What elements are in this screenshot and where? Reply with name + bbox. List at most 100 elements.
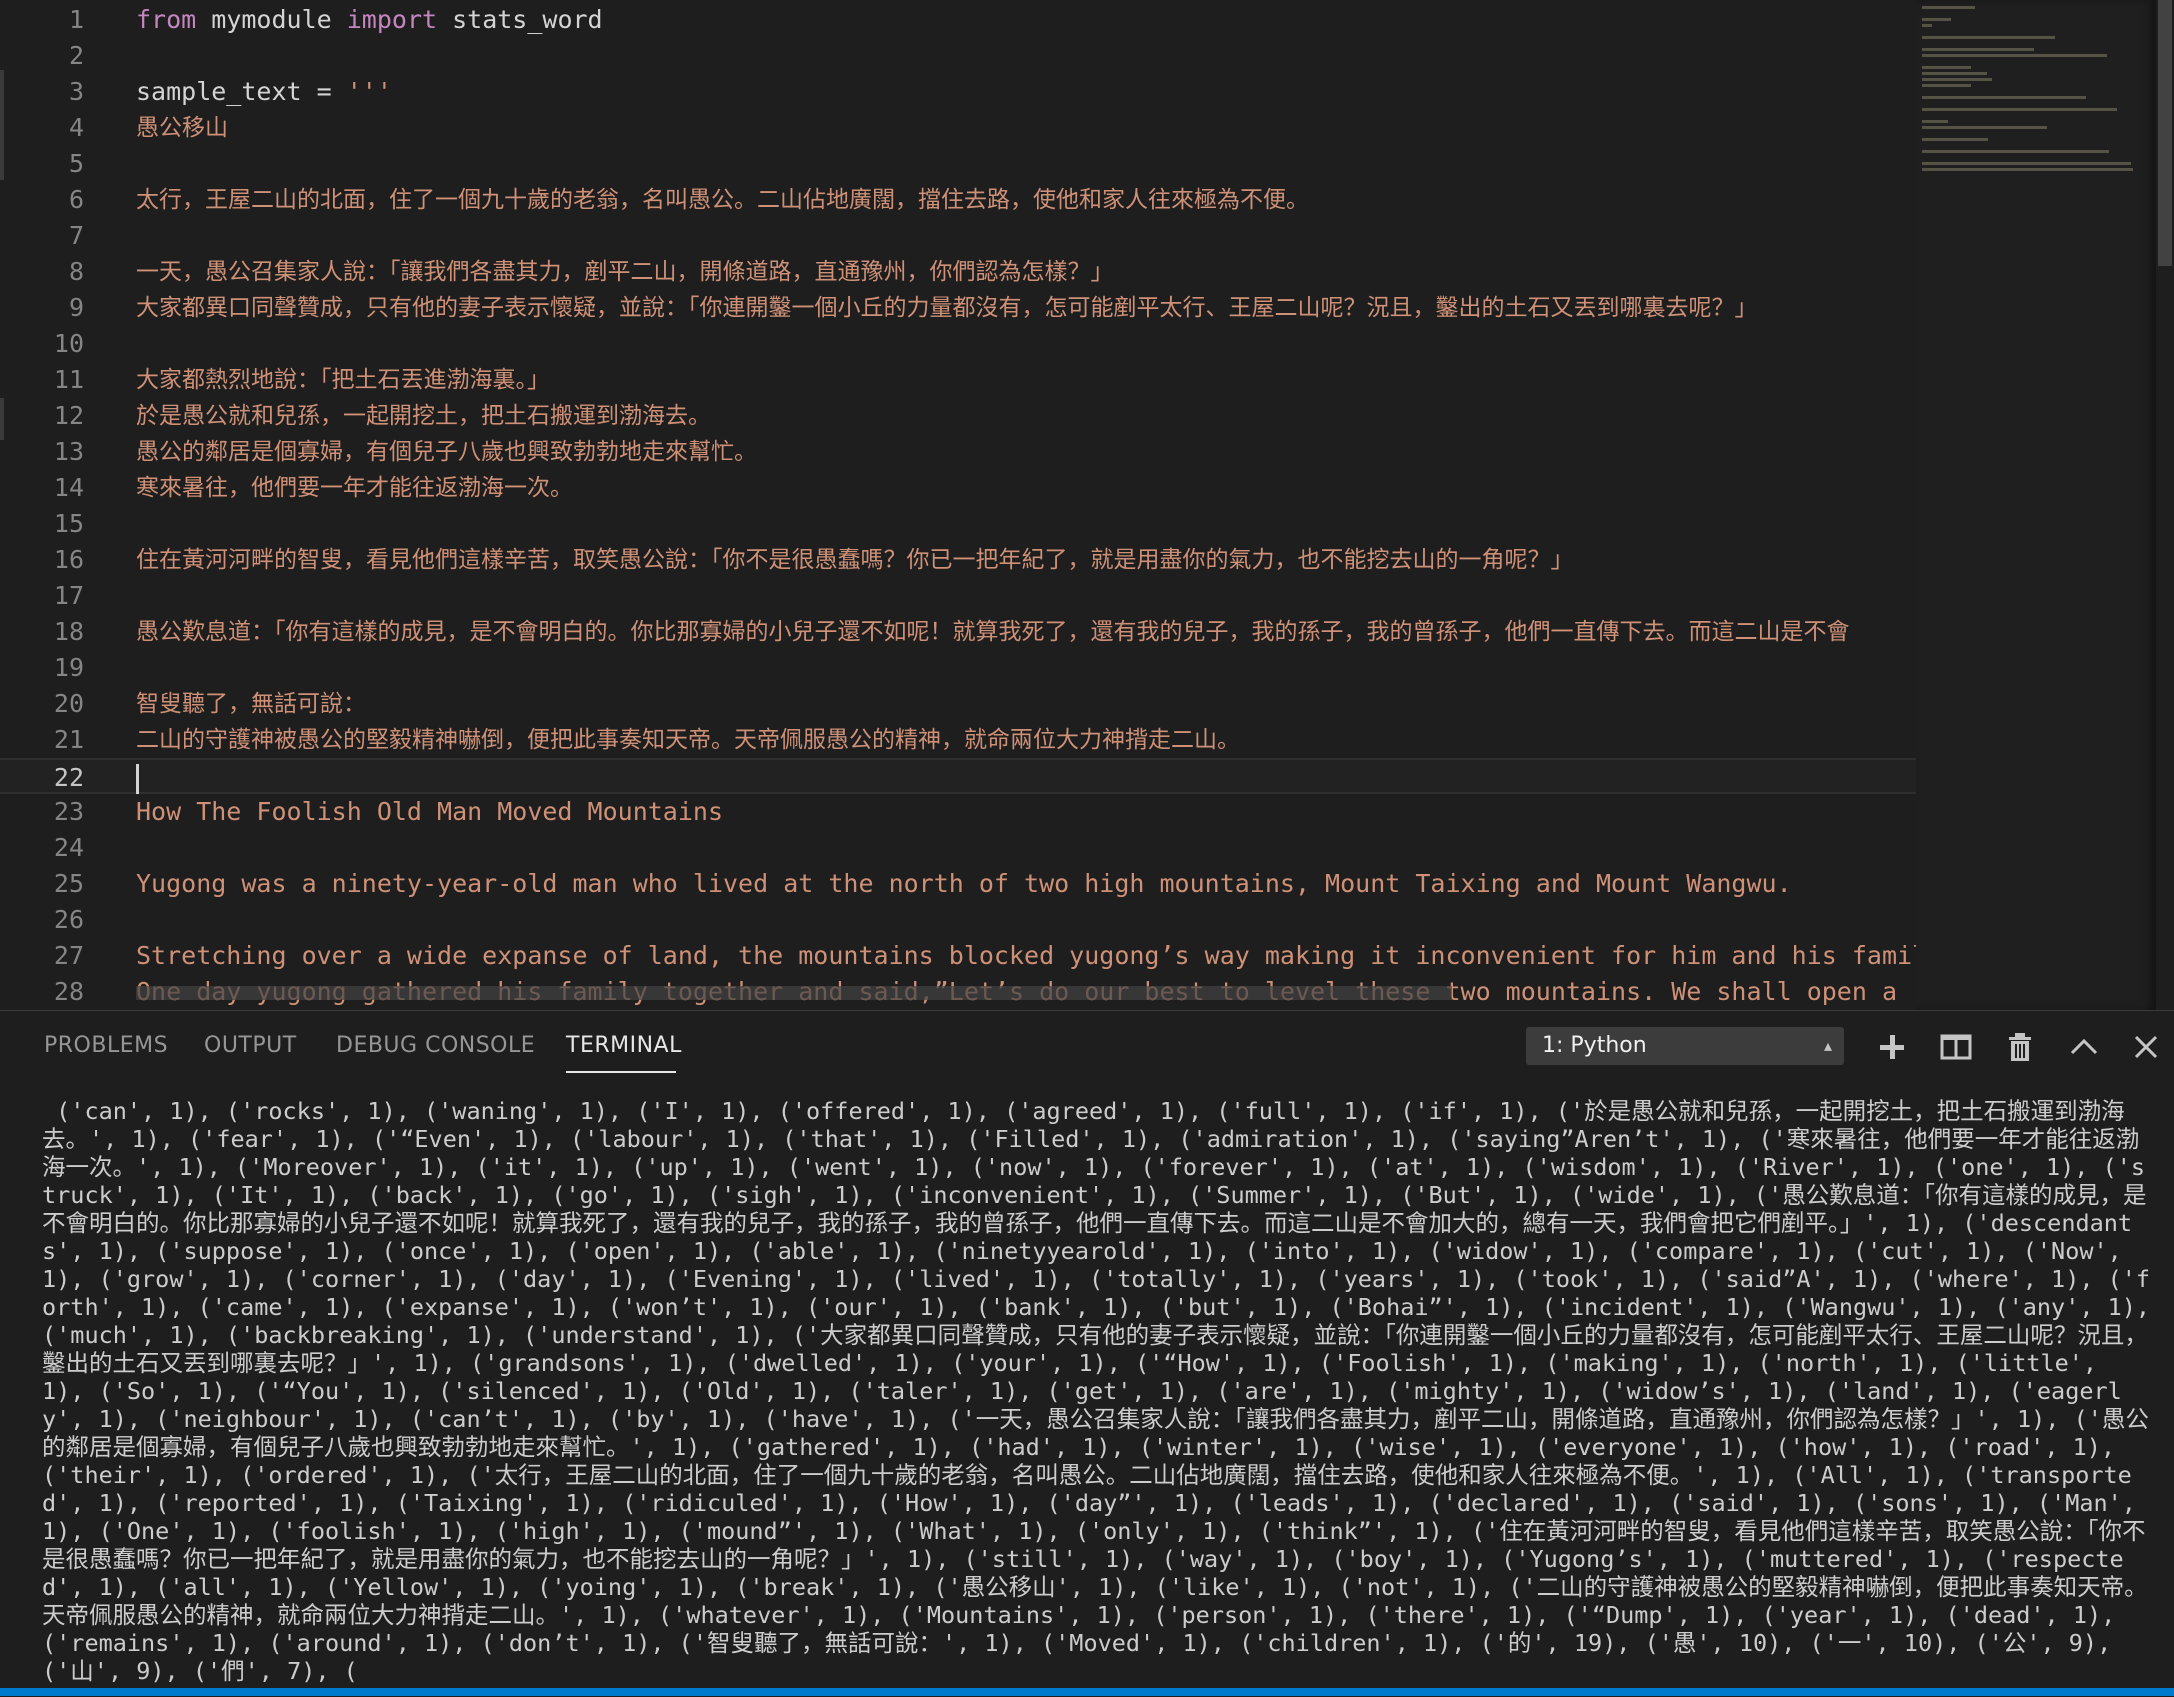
terminal-selector[interactable]: 1: Python ▴: [1526, 1027, 1844, 1065]
code-token: 大家都異口同聲贊成，只有他的妻子表示懷疑，並說：「你連開鑿一個小丘的力量都沒有，…: [136, 295, 1758, 321]
code-line[interactable]: 24: [0, 830, 1916, 866]
code-text[interactable]: Yugong was a ninety-year-old man who liv…: [136, 866, 1916, 902]
code-text[interactable]: How The Foolish Old Man Moved Mountains: [136, 794, 1916, 830]
code-text[interactable]: 愚公的鄰居是個寡婦，有個兒子八歲也興致勃勃地走來幫忙。: [136, 434, 1916, 470]
minimap-line: [1922, 168, 2133, 171]
code-token: 寒來暑往，他們要一年才能往返渤海一次。: [136, 475, 573, 501]
code-line[interactable]: 18 愚公歎息道：「你有這樣的成見，是不會明白的。你比那寡婦的小兒子還不如呢！就算…: [0, 614, 1916, 650]
panel-tabs: PROBLEMS OUTPUT DEBUG CONSOLE TERMINAL: [0, 1011, 1500, 1081]
code-token: 於是愚公就和兒孫，一起開挖土，把土石搬運到渤海去。: [136, 403, 711, 429]
code-text[interactable]: 一天，愚公召集家人說：「讓我們各盡其力，剷平二山，開條道路，直通豫州，你們認為怎…: [136, 254, 1916, 290]
tab-output[interactable]: OUTPUT: [204, 1033, 297, 1058]
code-line[interactable]: 9 大家都異口同聲贊成，只有他的妻子表示懷疑，並說：「你連開鑿一個小丘的力量都沒有…: [0, 290, 1916, 326]
status-accent-bar: [0, 1688, 2174, 1696]
minimap-line: [1922, 36, 2055, 39]
tab-problems[interactable]: PROBLEMS: [44, 1033, 168, 1058]
chevron-up-icon[interactable]: [2066, 1029, 2102, 1065]
code-line[interactable]: 7: [0, 218, 1916, 254]
code-text[interactable]: 大家都異口同聲贊成，只有他的妻子表示懷疑，並說：「你連開鑿一個小丘的力量都沒有，…: [136, 290, 1916, 326]
code-editor[interactable]: 1 from mymodule import stats_word 2 3 sample…: [0, 0, 2174, 1010]
minimap-line: [1922, 48, 2034, 51]
minimap-line: [1922, 84, 1972, 87]
code-line[interactable]: 2: [0, 38, 1916, 74]
line-number: 25: [53, 869, 84, 898]
code-line[interactable]: 4 愚公移山: [0, 110, 1916, 146]
horizontal-scrollbar-thumb[interactable]: [136, 986, 1452, 1000]
trash-icon[interactable]: [2002, 1029, 2038, 1065]
line-number: 4: [68, 113, 84, 142]
terminal-output[interactable]: ('can', 1), ('rocks', 1), ('waning', 1),…: [42, 1097, 2152, 1693]
code-text[interactable]: [136, 760, 1916, 796]
code-line[interactable]: 20 智叟聽了，無話可說：: [0, 686, 1916, 722]
code-line[interactable]: 12 於是愚公就和兒孫，一起開挖土，把土石搬運到渤海去。: [0, 398, 1916, 434]
line-number: 20: [53, 689, 84, 718]
minimap-line: [1922, 78, 1993, 81]
code-line[interactable]: 11 大家都熱烈地說：「把土石丟進渤海裏。」: [0, 362, 1916, 398]
line-number: 15: [53, 509, 84, 538]
code-line[interactable]: 1 from mymodule import stats_word: [0, 2, 1916, 38]
code-line[interactable]: 16 住在黃河河畔的智叟，看見他們這樣辛苦，取笑愚公說：「你不是很愚蠢嗎？你已一把…: [0, 542, 1916, 578]
code-line[interactable]: 22: [0, 758, 1916, 794]
code-text[interactable]: 住在黃河河畔的智叟，看見他們這樣辛苦，取笑愚公說：「你不是很愚蠢嗎？你已一把年紀…: [136, 542, 1916, 578]
code-line[interactable]: 23 How The Foolish Old Man Moved Mountain…: [0, 794, 1916, 830]
code-text[interactable]: 愚公歎息道：「你有這樣的成見，是不會明白的。你比那寡婦的小兒子還不如呢！就算我死…: [136, 614, 1916, 650]
code-line[interactable]: 10: [0, 326, 1916, 362]
code-text[interactable]: 二山的守護神被愚公的堅毅精神嚇倒，便把此事奏知天帝。天帝佩服愚公的精神，就命兩位…: [136, 722, 1916, 758]
code-text[interactable]: 寒來暑往，他們要一年才能往返渤海一次。: [136, 470, 1916, 506]
code-text[interactable]: sample_text = ''': [136, 74, 1916, 110]
line-number: 6: [68, 185, 84, 214]
editor-lines[interactable]: 1 from mymodule import stats_word 2 3 sample…: [0, 2, 1916, 1010]
line-number: 19: [53, 653, 84, 682]
code-line[interactable]: 14 寒來暑往，他們要一年才能往返渤海一次。: [0, 470, 1916, 506]
code-token: 二山的守護神被愚公的堅毅精神嚇倒，便把此事奏知天帝。天帝佩服愚公的精神，就命兩位…: [136, 727, 1240, 753]
code-text[interactable]: from mymodule import stats_word: [136, 2, 1916, 38]
minimap-line: [1922, 150, 2109, 153]
tab-terminal[interactable]: TERMINAL: [566, 1033, 682, 1058]
code-line[interactable]: 25 Yugong was a ninety-year-old man who l…: [0, 866, 1916, 902]
line-number: 16: [53, 545, 84, 574]
minimap-line: [1922, 126, 2047, 129]
tab-debug-console[interactable]: DEBUG CONSOLE: [336, 1033, 535, 1058]
code-text[interactable]: Stretching over a wide expanse of land, …: [136, 938, 1916, 974]
code-line[interactable]: 27 Stretching over a wide expanse of land…: [0, 938, 1916, 974]
minimap-line: [1922, 72, 1987, 75]
code-line[interactable]: 17: [0, 578, 1916, 614]
code-text[interactable]: 大家都熱烈地說：「把土石丟進渤海裏。」: [136, 362, 1916, 398]
code-token: stats_word: [437, 5, 603, 34]
minimap[interactable]: [1916, 0, 2156, 1010]
vertical-scrollbar[interactable]: [2156, 0, 2174, 1010]
code-token: 一天，愚公召集家人說：「讓我們各盡其力，剷平二山，開條道路，直通豫州，你們認為怎…: [136, 259, 1114, 285]
code-line[interactable]: 6 太行，王屋二山的北面，住了一個九十歲的老翁，名叫愚公。二山佔地廣闊，擋住去路，…: [0, 182, 1916, 218]
code-text[interactable]: 太行，王屋二山的北面，住了一個九十歲的老翁，名叫愚公。二山佔地廣闊，擋住去路，使…: [136, 182, 1916, 218]
line-number: 10: [53, 329, 84, 358]
code-token: 大家都熱烈地說：「把土石丟進渤海裏。」: [136, 367, 550, 393]
code-token: sample_text =: [136, 77, 347, 106]
code-line[interactable]: 21 二山的守護神被愚公的堅毅精神嚇倒，便把此事奏知天帝。天帝佩服愚公的精神，就命…: [0, 722, 1916, 758]
code-line[interactable]: 19: [0, 650, 1916, 686]
code-text[interactable]: 智叟聽了，無話可說：: [136, 686, 1916, 722]
code-token: ''': [346, 77, 392, 106]
code-line[interactable]: 8 一天，愚公召集家人說：「讓我們各盡其力，剷平二山，開條道路，直通豫州，你們認為…: [0, 254, 1916, 290]
minimap-line: [1922, 24, 1933, 27]
code-token: 智叟聽了，無話可說：: [136, 691, 366, 717]
code-text[interactable]: 於是愚公就和兒孫，一起開挖土，把土石搬運到渤海去。: [136, 398, 1916, 434]
line-number: 14: [53, 473, 84, 502]
active-tab-indicator: [566, 1071, 676, 1073]
code-token: 愚公的鄰居是個寡婦，有個兒子八歲也興致勃勃地走來幫忙。: [136, 439, 757, 465]
plus-icon[interactable]: [1874, 1029, 1910, 1065]
code-line[interactable]: 5: [0, 146, 1916, 182]
horizontal-scrollbar[interactable]: [0, 986, 1916, 1002]
minimap-line: [1922, 6, 1975, 9]
code-line[interactable]: 3 sample_text = ''': [0, 74, 1916, 110]
code-token: 住在黃河河畔的智叟，看見他們這樣辛苦，取笑愚公說：「你不是很愚蠢嗎？你已一把年紀…: [136, 547, 1574, 573]
split-terminal-icon[interactable]: [1938, 1029, 1974, 1065]
vertical-scrollbar-thumb[interactable]: [2158, 0, 2172, 266]
line-number: 17: [53, 581, 84, 610]
line-number: 27: [53, 941, 84, 970]
code-line[interactable]: 26: [0, 902, 1916, 938]
code-text[interactable]: 愚公移山: [136, 110, 1916, 146]
code-line[interactable]: 13 愚公的鄰居是個寡婦，有個兒子八歲也興致勃勃地走來幫忙。: [0, 434, 1916, 470]
close-icon[interactable]: [2128, 1029, 2164, 1065]
code-line[interactable]: 15: [0, 506, 1916, 542]
line-number: 9: [68, 293, 84, 322]
